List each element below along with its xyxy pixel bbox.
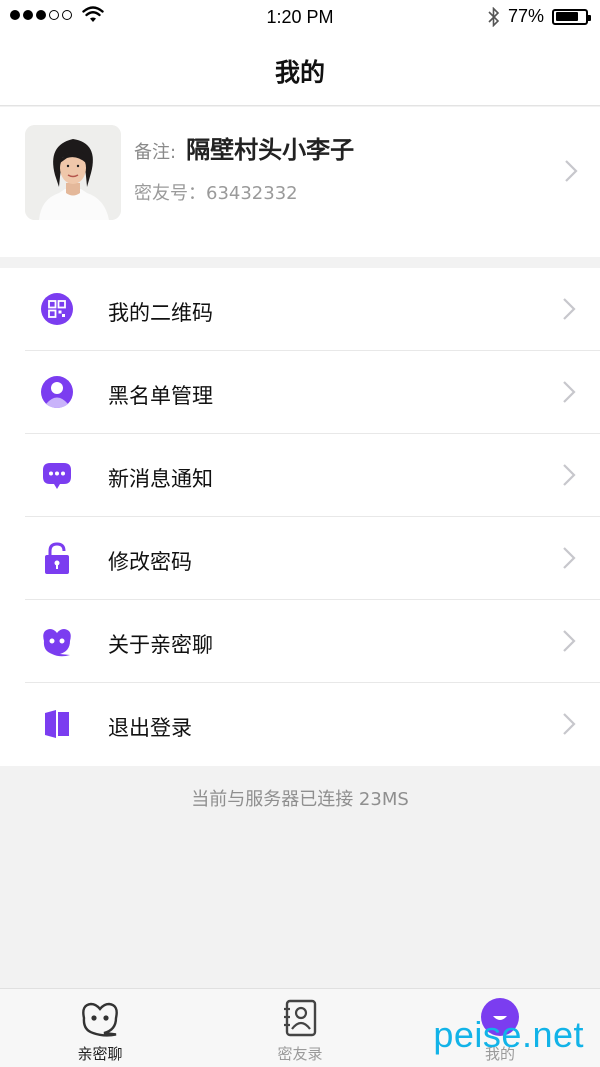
chat-logo-icon (82, 1002, 118, 1037)
battery-percent: 77% (507, 6, 544, 26)
menu-label: 我的二维码 (108, 301, 213, 325)
tab-label: 亲密聊 (77, 1045, 123, 1063)
battery-icon (552, 8, 591, 25)
logout-door-icon (45, 710, 69, 738)
menu-item-qr-code[interactable]: 我的二维码 (0, 268, 600, 351)
menu-item-blacklist[interactable]: 黑名单管理 (0, 351, 600, 434)
avatar (25, 125, 121, 220)
menu-item-logout[interactable]: 退出登录 (0, 683, 600, 766)
chevron-right-icon (563, 630, 576, 652)
battery-fill (555, 12, 578, 21)
friend-id: 密友号：63432332 (134, 183, 298, 204)
chevron-right-icon (563, 298, 576, 320)
watermark: peise.net (433, 1014, 584, 1055)
tab-contacts[interactable]: 密友录 (200, 989, 400, 1067)
contacts-book-icon (284, 999, 317, 1037)
app-logo-icon (43, 629, 71, 657)
menu-item-change-password[interactable]: 修改密码 (0, 517, 600, 600)
settings-menu: 我的二维码 黑名单管理 新消息通知 修改密码 关于亲密聊 退出登录 (0, 268, 600, 766)
menu-item-about[interactable]: 关于亲密聊 (0, 600, 600, 683)
chevron-right-icon (565, 160, 578, 182)
note-name: 隔壁村头小李子 (186, 136, 355, 164)
lock-icon (45, 542, 69, 574)
status-bar: 1:20 PM 77% (0, 0, 600, 36)
note-label: 备注: (134, 142, 177, 163)
bluetooth-icon (488, 6, 500, 27)
profile-card[interactable]: 备注: 隔壁村头小李子 密友号：63432332 (0, 107, 600, 257)
chevron-right-icon (563, 547, 576, 569)
page-title: 我的 (274, 57, 325, 87)
chevron-right-icon (563, 713, 576, 735)
qr-code-icon (41, 293, 73, 325)
menu-item-notifications[interactable]: 新消息通知 (0, 434, 600, 517)
tab-label: 密友录 (277, 1045, 323, 1063)
nav-bar: 我的 (0, 36, 600, 106)
menu-label: 黑名单管理 (108, 384, 213, 408)
chevron-right-icon (563, 381, 576, 403)
menu-label: 退出登录 (108, 716, 192, 740)
tab-chat[interactable]: 亲密聊 (0, 989, 200, 1067)
chat-bubble-icon (43, 463, 71, 489)
connection-status: 当前与服务器已连接 23MS (191, 789, 409, 810)
user-icon (41, 376, 73, 408)
menu-label: 关于亲密聊 (108, 633, 213, 657)
note-row: 备注: 隔壁村头小李子 (134, 130, 354, 165)
menu-label: 修改密码 (108, 550, 192, 574)
menu-label: 新消息通知 (108, 467, 213, 491)
chevron-right-icon (563, 464, 576, 486)
status-right: 77% (488, 6, 591, 27)
